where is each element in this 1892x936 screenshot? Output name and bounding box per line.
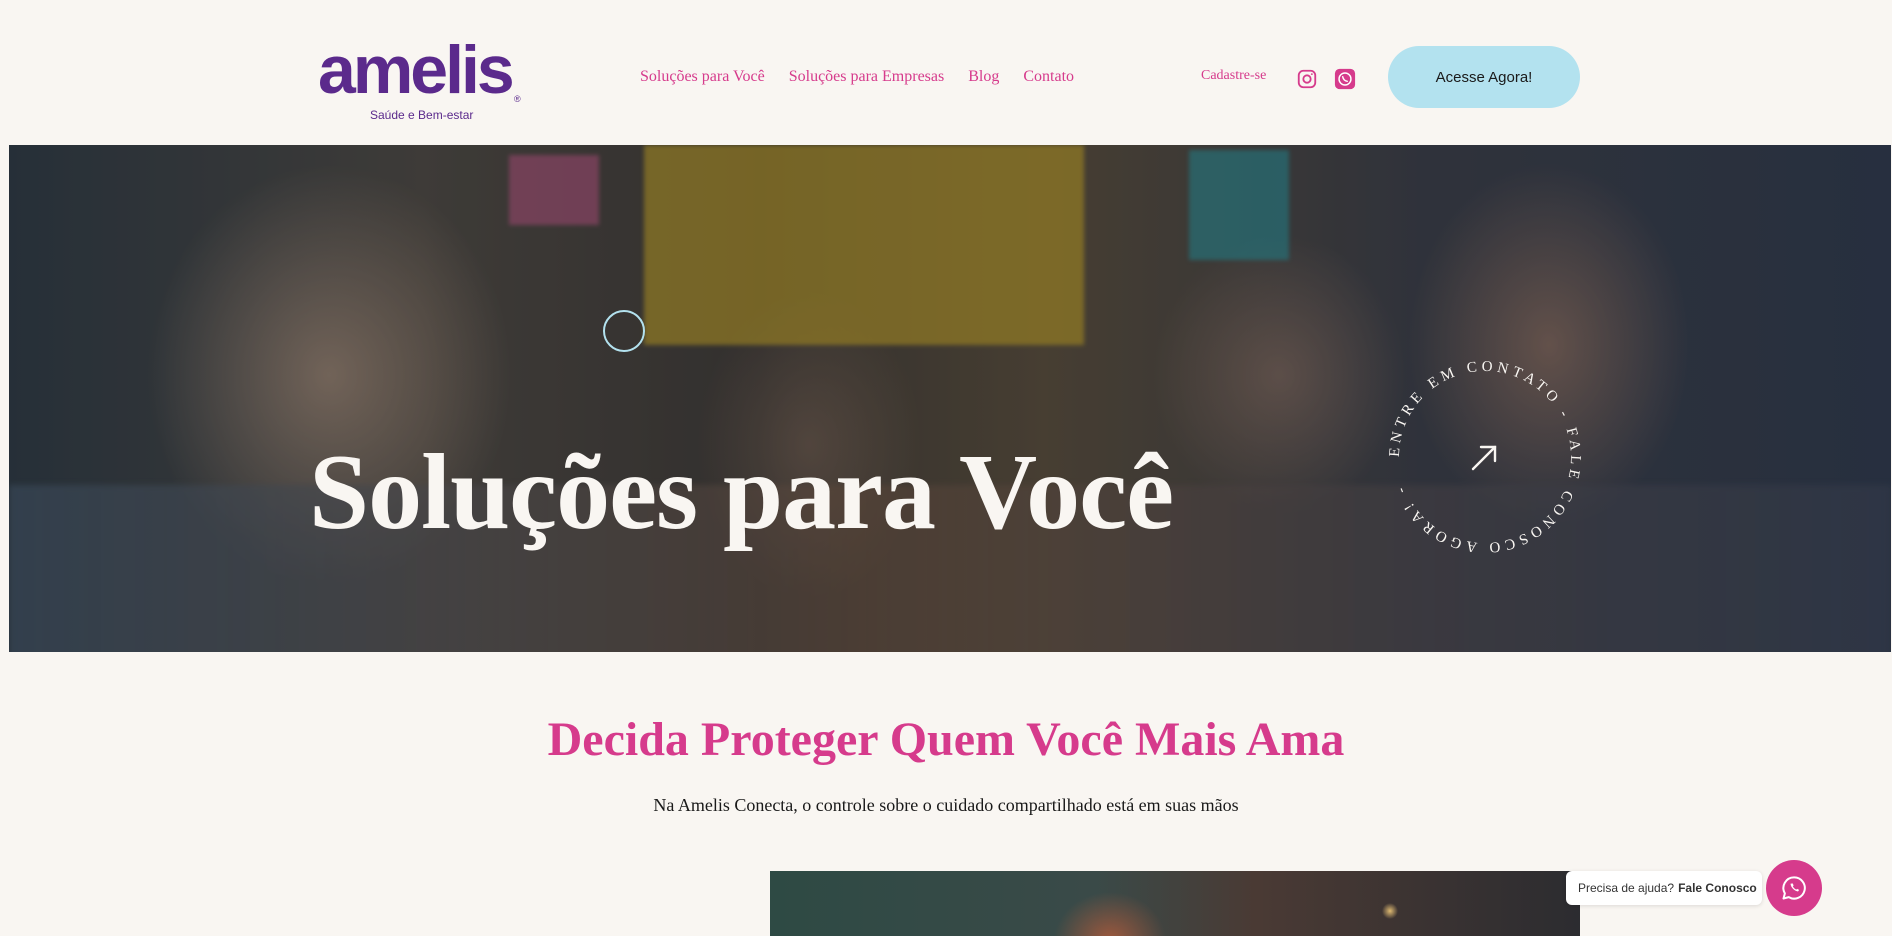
signup-link[interactable]: Cadastre-se [1201, 68, 1266, 84]
whatsapp-chat-button[interactable] [1766, 860, 1822, 916]
help-link: Fale Conosco [1678, 881, 1757, 895]
site-header: amelis ® Saúde e Bem-estar Soluções para… [0, 0, 1892, 145]
help-prefix: Precisa de ajuda? [1578, 881, 1675, 895]
hero-title: Soluções para Você [309, 433, 1174, 552]
logo[interactable]: amelis ® Saúde e Bem-estar [318, 30, 528, 125]
access-now-button[interactable]: Acesse Agora! [1388, 46, 1580, 108]
whatsapp-icon [1782, 876, 1806, 900]
main-nav: Soluções para Você Soluções para Empresa… [640, 68, 1074, 86]
arrow-up-right-icon [1471, 445, 1497, 471]
nav-item-contato[interactable]: Contato [1023, 68, 1074, 86]
logo-tagline: Saúde e Bem-estar [370, 108, 474, 122]
section-photo [770, 871, 1580, 936]
nav-item-blog[interactable]: Blog [968, 68, 999, 86]
logo-registered-mark: ® [514, 94, 521, 104]
nav-item-solucoes-voce[interactable]: Soluções para Você [640, 68, 765, 86]
section-subtitle: Na Amelis Conecta, o controle sobre o cu… [653, 795, 1239, 815]
whatsapp-icon[interactable] [1334, 68, 1356, 90]
decorative-ring [603, 310, 645, 352]
logo-wordmark: amelis [318, 32, 515, 108]
nav-item-solucoes-empresas[interactable]: Soluções para Empresas [789, 68, 945, 86]
contact-badge[interactable]: ENTRE EM CONTATO - FALE CONOSCO AGORA! - [1385, 357, 1585, 557]
section-title: Decida Proteger Quem Você Mais Ama [547, 713, 1345, 766]
help-bubble[interactable]: Precisa de ajuda? Fale Conosco [1566, 871, 1762, 905]
instagram-icon[interactable] [1296, 68, 1318, 90]
hero-overlay [9, 145, 1891, 652]
hero-banner: Soluções para Você ENTRE EM CONTATO - FA… [9, 145, 1891, 652]
